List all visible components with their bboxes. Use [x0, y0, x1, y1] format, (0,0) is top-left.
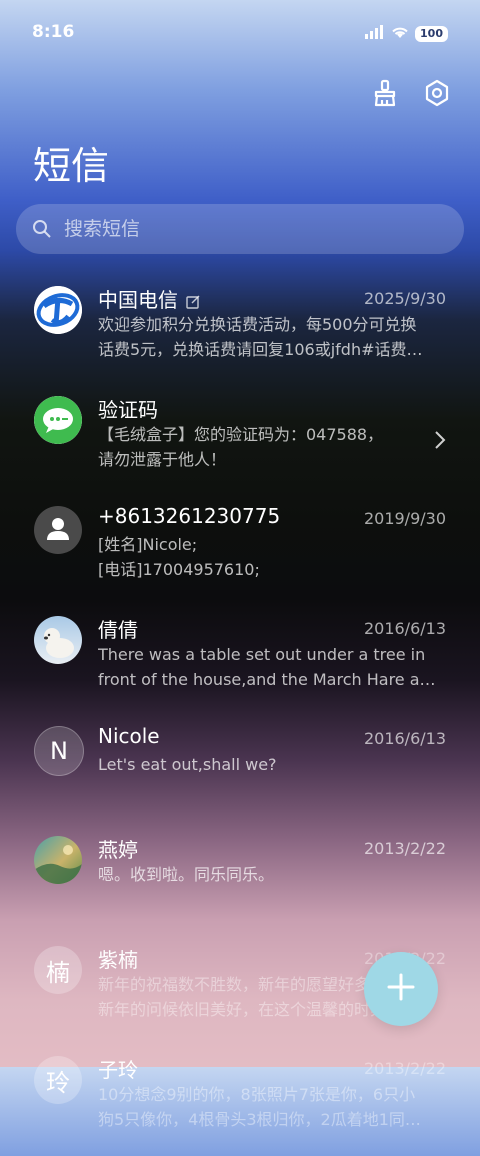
contact-name: 倩倩	[98, 618, 138, 642]
contact-name: 子玲	[98, 1058, 138, 1082]
conversation-item[interactable]: N Nicole 2016/6/13 Let's eat out,shall w…	[0, 716, 480, 826]
search-input[interactable]	[62, 217, 426, 241]
avatar	[34, 836, 82, 884]
top-actions	[370, 79, 452, 111]
edit-icon	[186, 290, 200, 314]
message-date: 2019/9/30	[363, 509, 446, 528]
status-time: 8:16	[32, 22, 75, 42]
message-bubble-icon	[34, 396, 82, 444]
message-date: 2016/6/13	[363, 729, 446, 748]
gear-icon	[424, 79, 450, 111]
contact-name: 中国电信	[98, 284, 200, 314]
message-preview: Let's eat out,shall we?	[98, 755, 277, 774]
contact-name: Nicole	[98, 724, 160, 748]
avatar	[34, 396, 82, 444]
message-date: 2025/9/30	[363, 289, 446, 308]
conversation-item[interactable]: 燕婷 2013/2/22 嗯。收到啦。同乐同乐。	[0, 826, 480, 936]
telecom-logo-icon	[34, 286, 82, 334]
conversation-item[interactable]: +8613261230775 2019/9/30 [姓名]Nicole; [电话…	[0, 496, 480, 606]
contact-name: 紫楠	[98, 948, 138, 972]
broom-icon	[372, 79, 398, 111]
system-icons: 100	[365, 24, 448, 43]
avatar: 楠	[34, 946, 82, 994]
avatar	[34, 286, 82, 334]
battery-indicator: 100	[415, 25, 448, 42]
message-preview: 【毛绒盒子】您的验证码为：047588， 请勿泄露于他人！	[98, 425, 384, 469]
message-preview: 欢迎参加积分兑换话费活动，每500分可兑换 话费5元，兑换话费请回复106或jf…	[98, 315, 423, 359]
message-date: 2013/2/22	[363, 839, 446, 858]
clean-button[interactable]	[370, 79, 400, 111]
conversation-item[interactable]: 倩倩 2016/6/13 There was a table set out u…	[0, 606, 480, 716]
status-bar: 8:16 100	[0, 0, 480, 66]
plus-icon	[386, 972, 416, 1006]
wifi-icon	[391, 24, 409, 43]
search-icon	[32, 219, 52, 239]
polar-bear-photo-icon	[44, 628, 74, 658]
avatar	[34, 506, 82, 554]
contact-name: 验证码	[98, 398, 158, 422]
avatar: N	[34, 726, 84, 776]
avatar: 玲	[34, 1056, 82, 1104]
conversation-item[interactable]: 玲 子玲 2013/2/22 10分想念9别的你，8张照片7张是你，6只小 狗5…	[0, 1046, 480, 1156]
contact-name: 燕婷	[98, 838, 138, 862]
signal-icon	[365, 24, 385, 43]
conversation-item[interactable]: 中国电信 2025/9/30 欢迎参加积分兑换话费活动，每500分可兑换 话费5…	[0, 276, 480, 386]
chevron-right-icon[interactable]	[434, 430, 446, 454]
message-date: 2016/6/13	[363, 619, 446, 638]
landscape-photo-icon	[34, 845, 82, 884]
message-preview: 嗯。收到啦。同乐同乐。	[98, 865, 275, 884]
message-date: 2013/2/22	[363, 1059, 446, 1078]
conversation-item[interactable]: 验证码 【毛绒盒子】您的验证码为：047588， 请勿泄露于他人！	[0, 386, 480, 496]
search-bar[interactable]	[16, 204, 464, 254]
page-title: 短信	[33, 144, 110, 188]
new-message-button[interactable]	[364, 952, 438, 1026]
contact-name: +8613261230775	[98, 504, 281, 528]
person-icon	[47, 518, 69, 540]
settings-button[interactable]	[422, 79, 452, 111]
avatar	[34, 616, 82, 664]
message-preview: [姓名]Nicole; [电话]17004957610;	[98, 535, 260, 579]
message-preview: 10分想念9别的你，8张照片7张是你，6只小 狗5只像你，4根骨头3根归你，2瓜…	[98, 1085, 421, 1129]
message-preview: There was a table set out under a tree i…	[98, 645, 444, 689]
